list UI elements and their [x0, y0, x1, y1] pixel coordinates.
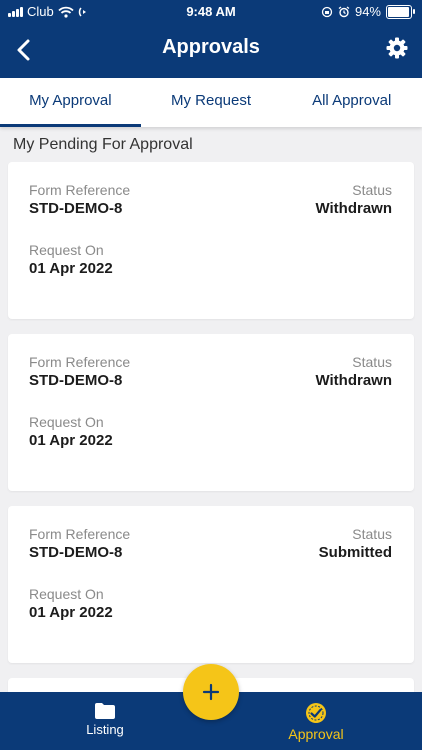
form-reference-value: STD-DEMO-8	[29, 372, 123, 389]
add-button[interactable]	[183, 664, 239, 720]
form-reference-value: STD-DEMO-8	[29, 200, 123, 217]
tab-my-request[interactable]: My Request	[141, 78, 282, 127]
nav-listing[interactable]: Listing	[35, 692, 175, 750]
request-on-value: 01 Apr 2022	[29, 260, 113, 277]
tab-bar: My Approval My Request All Approval	[0, 78, 422, 127]
status-right: 94%	[321, 4, 415, 19]
app-header: Club 9:48 AM 94% Approvals	[0, 0, 422, 78]
status-bar: Club 9:48 AM 94%	[0, 0, 422, 24]
request-on-label: Request On	[29, 586, 104, 602]
request-on-label: Request On	[29, 414, 104, 430]
gear-icon	[386, 37, 408, 59]
status-value: Withdrawn	[315, 372, 392, 389]
orientation-lock-icon	[321, 6, 333, 17]
approval-card[interactable]: Form Reference STD-DEMO-8 Status Withdra…	[8, 162, 414, 319]
form-reference-label: Form Reference	[29, 354, 131, 370]
approval-card[interactable]: Form Reference STD-DEMO-8 Status Submitt…	[8, 506, 414, 663]
chevron-left-icon	[17, 39, 30, 61]
folder-icon	[95, 703, 115, 719]
form-reference-label: Form Reference	[29, 526, 131, 542]
battery-level	[388, 6, 409, 17]
status-label: Status	[352, 526, 392, 542]
back-button[interactable]	[12, 36, 36, 64]
settings-button[interactable]	[386, 37, 408, 59]
nav-bar: Approvals	[0, 24, 422, 76]
tab-all-approval[interactable]: All Approval	[281, 78, 422, 127]
request-on-value: 01 Apr 2022	[29, 604, 113, 621]
request-on-label: Request On	[29, 242, 104, 258]
status-label: Status	[352, 182, 392, 198]
section-title: My Pending For Approval	[13, 136, 193, 153]
check-badge-icon	[306, 703, 326, 723]
status-value: Withdrawn	[315, 200, 392, 217]
alarm-icon	[338, 5, 350, 17]
form-reference-label: Form Reference	[29, 182, 131, 198]
nav-listing-label: Listing	[86, 722, 124, 737]
tab-my-approval[interactable]: My Approval	[0, 78, 141, 127]
battery-percent: 94%	[354, 4, 381, 19]
form-reference-value: STD-DEMO-8	[29, 544, 123, 561]
nav-approval[interactable]: Approval	[246, 692, 386, 750]
approval-card[interactable]: Form Reference STD-DEMO-8 Status Withdra…	[8, 334, 414, 491]
nav-approval-label: Approval	[288, 726, 344, 742]
status-value: Submitted	[318, 544, 392, 561]
page-title: Approvals	[162, 36, 260, 58]
plus-icon	[202, 683, 220, 701]
request-on-value: 01 Apr 2022	[29, 432, 113, 449]
battery-icon	[386, 4, 415, 19]
status-label: Status	[352, 354, 392, 370]
